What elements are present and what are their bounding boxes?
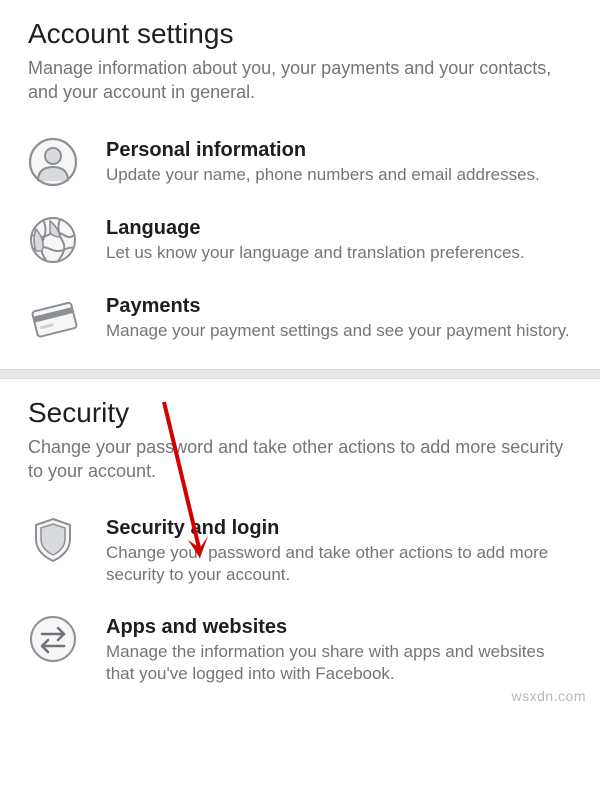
item-apps-websites[interactable]: Apps and websites Manage the information… — [28, 600, 572, 699]
item-payments[interactable]: Payments Manage your payment settings an… — [28, 279, 572, 357]
item-personal-information[interactable]: Personal information Update your name, p… — [28, 123, 572, 201]
item-title: Payments — [106, 295, 572, 318]
item-text: Personal information Update your name, p… — [106, 137, 572, 186]
watermark: wsxdn.com — [511, 688, 586, 704]
person-icon — [28, 137, 78, 187]
item-security-login[interactable]: Security and login Change your password … — [28, 501, 572, 600]
item-title: Language — [106, 217, 572, 240]
section-title-account: Account settings — [28, 18, 572, 50]
shield-icon — [28, 515, 78, 565]
item-desc: Manage the information you share with ap… — [106, 641, 572, 685]
item-language[interactable]: Language Let us know your language and t… — [28, 201, 572, 279]
item-desc: Let us know your language and translatio… — [106, 242, 572, 264]
section-desc-security: Change your password and take other acti… — [28, 435, 572, 484]
item-title: Apps and websites — [106, 616, 572, 639]
item-title: Personal information — [106, 139, 572, 162]
item-text: Security and login Change your password … — [106, 515, 572, 586]
globe-icon — [28, 215, 78, 265]
section-title-security: Security — [28, 397, 572, 429]
item-text: Payments Manage your payment settings an… — [106, 293, 572, 342]
item-desc: Change your password and take other acti… — [106, 542, 572, 586]
item-text: Apps and websites Manage the information… — [106, 614, 572, 685]
swap-arrows-icon — [28, 614, 78, 664]
account-settings-section: Account settings Manage information abou… — [0, 0, 600, 369]
credit-card-icon — [28, 293, 78, 343]
section-desc-account: Manage information about you, your payme… — [28, 56, 572, 105]
section-divider — [0, 369, 600, 379]
security-section: Security Change your password and take o… — [0, 379, 600, 712]
item-desc: Manage your payment settings and see you… — [106, 320, 572, 342]
item-text: Language Let us know your language and t… — [106, 215, 572, 264]
item-desc: Update your name, phone numbers and emai… — [106, 164, 572, 186]
item-title: Security and login — [106, 517, 572, 540]
